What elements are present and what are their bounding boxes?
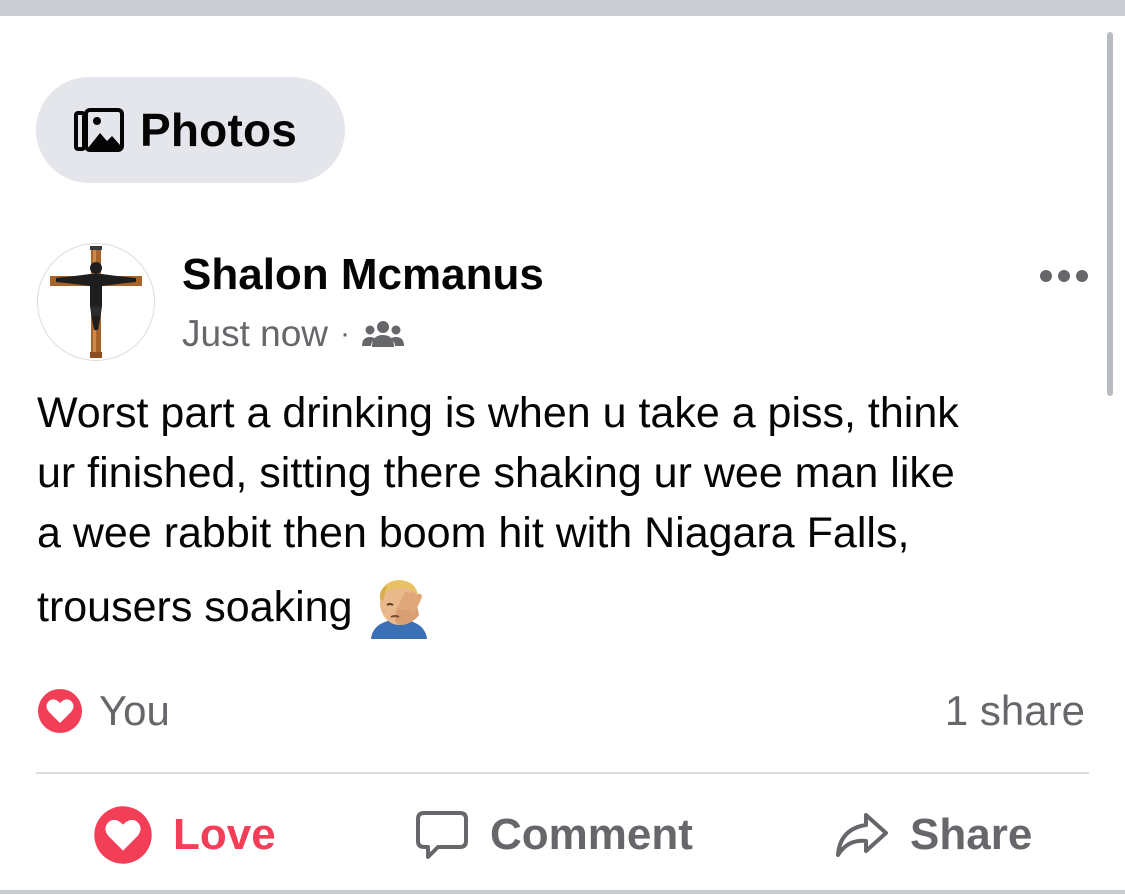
- post-text-line: a wee rabbit then boom hit with Niagara …: [37, 509, 910, 557]
- friends-audience-icon[interactable]: [362, 319, 405, 349]
- photos-filter-button[interactable]: Photos: [36, 77, 345, 183]
- love-reaction-icon: [38, 689, 82, 733]
- comment-button-label: Comment: [490, 810, 693, 859]
- share-count[interactable]: 1 share: [945, 686, 1085, 736]
- post-text-line: Worst part a drinking is when u take a p…: [37, 389, 959, 437]
- photos-icon: [74, 108, 124, 152]
- scrollbar[interactable]: [1107, 32, 1113, 396]
- divider: [36, 772, 1089, 774]
- post-timestamp[interactable]: Just now: [182, 313, 328, 355]
- crucifix-image: [50, 246, 142, 358]
- love-button[interactable]: Love: [93, 800, 276, 870]
- post-text-line: trousers soaking: [37, 583, 353, 631]
- share-icon: [836, 813, 888, 857]
- author-name[interactable]: Shalon Mcmanus: [182, 250, 544, 300]
- post-meta: Just now ·: [182, 312, 405, 356]
- comment-icon: [416, 811, 468, 859]
- author-avatar[interactable]: [37, 243, 155, 361]
- share-button-label: Share: [910, 810, 1033, 859]
- share-button[interactable]: Share: [834, 800, 1032, 870]
- bottom-separator: [0, 890, 1125, 894]
- photos-filter-label: Photos: [140, 104, 298, 156]
- love-button-label: Love: [173, 810, 276, 859]
- top-separator: [0, 0, 1125, 16]
- love-reaction-icon: [94, 806, 152, 864]
- reaction-summary[interactable]: You: [37, 686, 170, 736]
- post-text-line: ur finished, sitting there shaking ur we…: [37, 449, 955, 497]
- comment-button[interactable]: Comment: [414, 800, 693, 870]
- post-body: Worst part a drinking is when u take a p…: [37, 383, 1097, 639]
- facepalm-emoji: [370, 580, 427, 639]
- meta-separator: ·: [340, 317, 351, 350]
- reaction-summary-label: You: [99, 687, 170, 734]
- more-options-icon[interactable]: [1036, 258, 1092, 294]
